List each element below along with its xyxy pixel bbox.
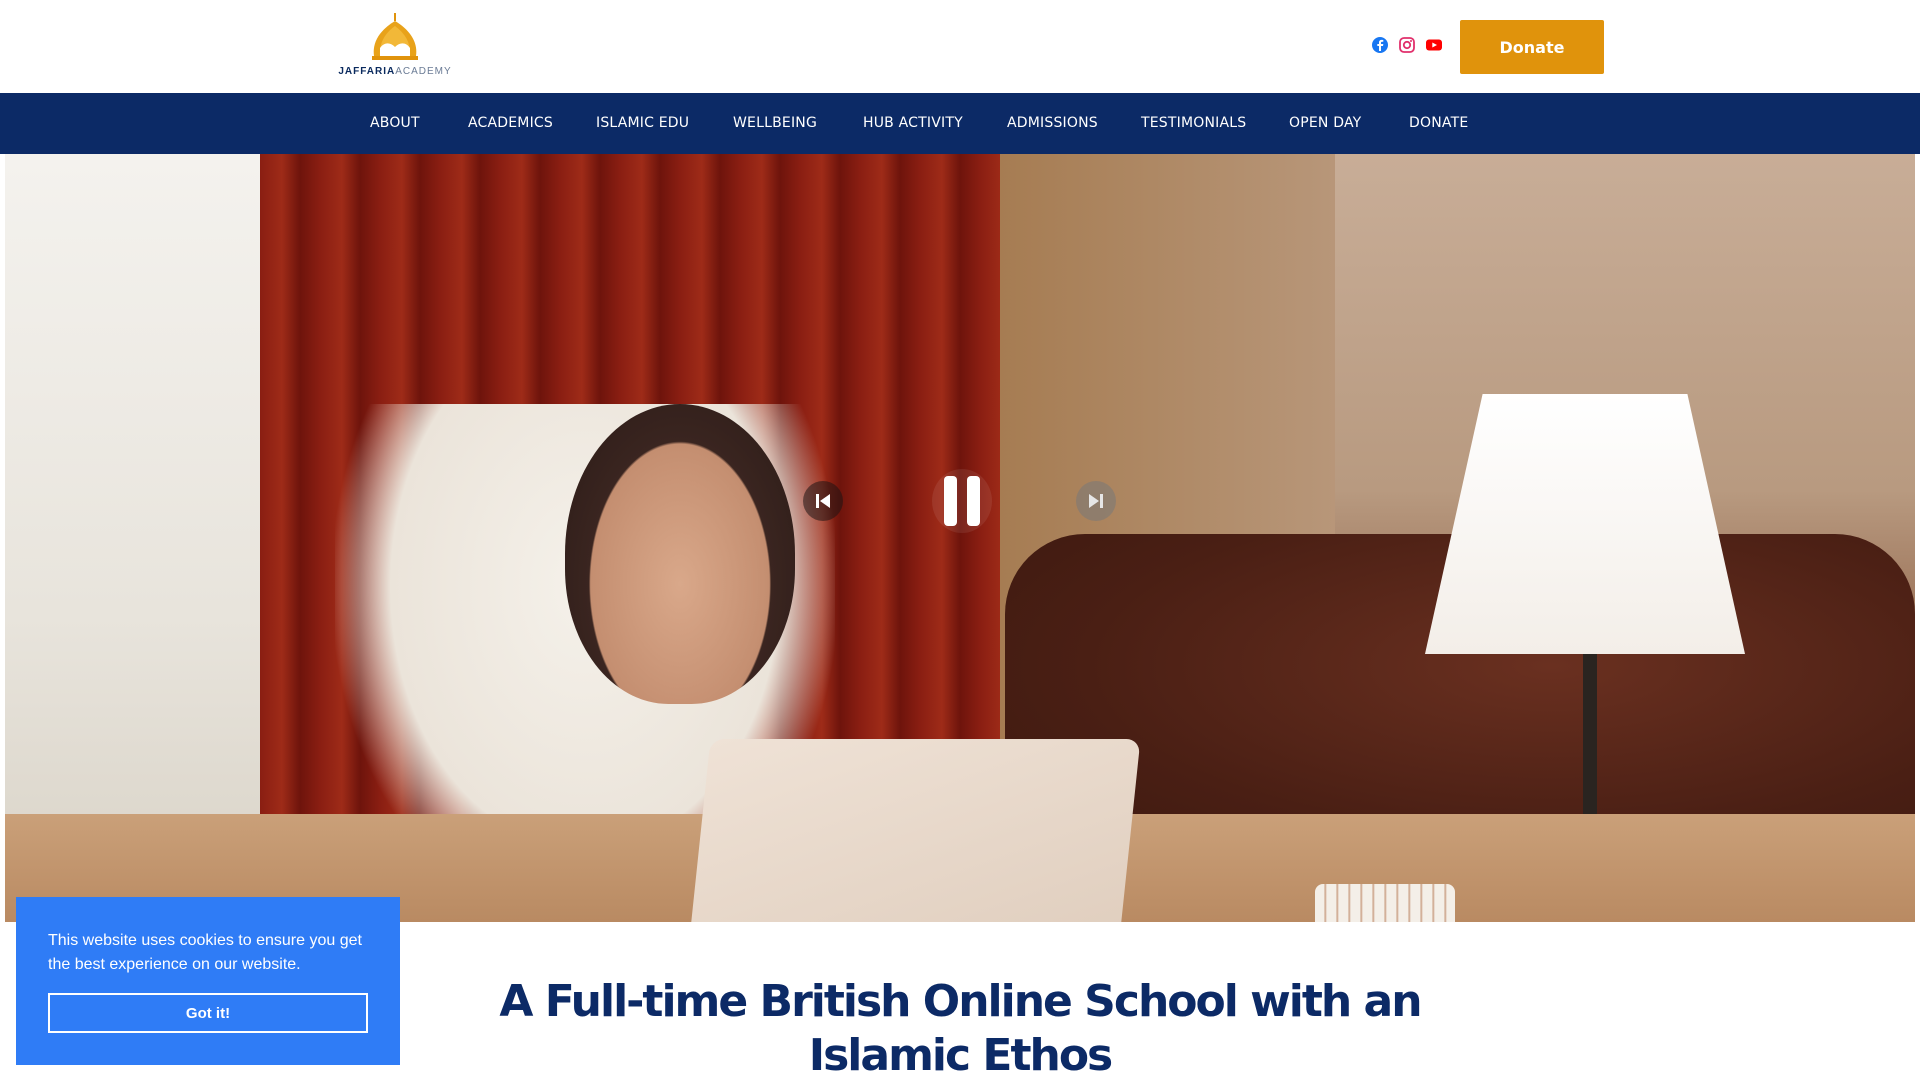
hero-scene-student-head (565, 404, 795, 704)
cookie-banner: This website uses cookies to ensure you … (16, 897, 400, 1065)
site-header: JAFFARIAACADEMY Donate (0, 0, 1920, 93)
facebook-icon[interactable] (1371, 36, 1389, 54)
nav-item-islamic-edu[interactable]: ISLAMIC EDU (596, 93, 689, 154)
nav-item-open-day[interactable]: OPEN DAY (1289, 93, 1361, 154)
hero-video[interactable] (5, 154, 1915, 922)
headline-line-2: Islamic Ethos (808, 1030, 1114, 1081)
dome-logo-icon (372, 13, 418, 60)
hero-scene-plant-pot (1315, 884, 1455, 922)
nav-item-admissions[interactable]: ADMISSIONS (1007, 93, 1098, 154)
nav-item-about[interactable]: ABOUT (370, 93, 420, 154)
nav-item-wellbeing[interactable]: WELLBEING (733, 93, 817, 154)
nav-item-hub-activity[interactable]: HUB ACTIVITY (863, 93, 963, 154)
skip-forward-icon (1089, 494, 1103, 508)
pause-button[interactable] (932, 469, 992, 533)
previous-button[interactable] (803, 481, 843, 521)
cookie-message: This website uses cookies to ensure you … (48, 932, 362, 973)
logo-wordmark: JAFFARIAACADEMY (338, 66, 452, 77)
main-nav: ABOUT ACADEMICS ISLAMIC EDU WELLBEING HU… (0, 93, 1920, 154)
pause-icon (944, 476, 980, 526)
headline-line-1: A Full-time British Online School with a… (499, 976, 1422, 1027)
nav-item-testimonials[interactable]: TESTIMONIALS (1141, 93, 1246, 154)
page-headline: A Full-time British Online School with a… (460, 975, 1460, 1083)
next-button[interactable] (1076, 481, 1116, 521)
hero-scene-laptop (679, 739, 1141, 922)
site-logo[interactable]: JAFFARIAACADEMY (336, 12, 454, 80)
skip-back-icon (816, 494, 830, 508)
cookie-accept-button[interactable]: Got it! (48, 993, 368, 1033)
instagram-icon[interactable] (1398, 36, 1416, 54)
youtube-icon[interactable] (1425, 36, 1443, 54)
donate-button[interactable]: Donate (1460, 20, 1604, 74)
nav-item-academics[interactable]: ACADEMICS (468, 93, 553, 154)
hero-scene-window-curtain (5, 154, 260, 922)
nav-item-donate[interactable]: DONATE (1409, 93, 1468, 154)
